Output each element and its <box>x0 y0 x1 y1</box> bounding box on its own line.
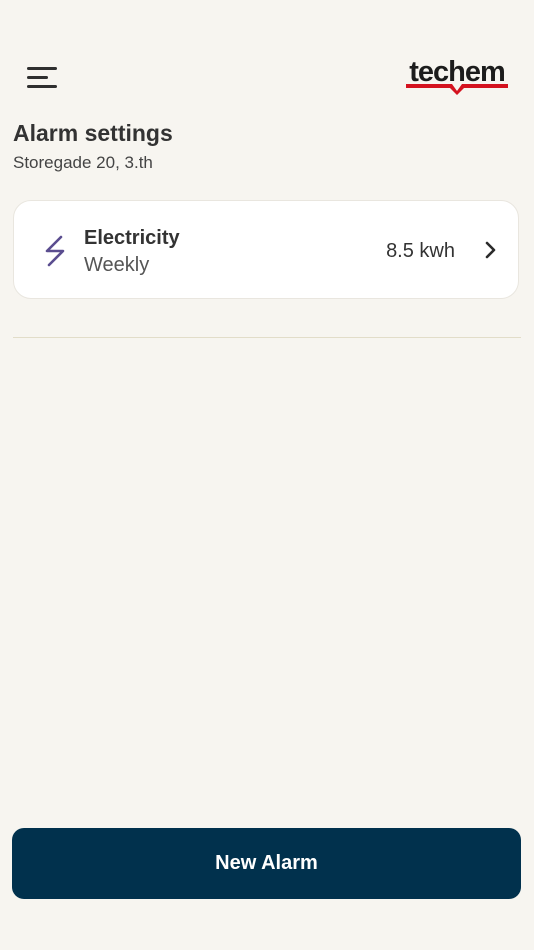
menu-button[interactable] <box>22 62 62 94</box>
techem-logo: techem <box>404 56 510 98</box>
divider <box>13 337 521 338</box>
alarm-frequency: Weekly <box>84 254 150 276</box>
logo-swoosh-icon <box>406 84 508 95</box>
menu-icon-line <box>27 67 57 70</box>
page-title: Alarm settings <box>13 120 173 146</box>
menu-icon-line <box>27 76 48 79</box>
menu-icon-line <box>27 85 57 88</box>
alarm-card-electricity[interactable]: Electricity Weekly 8.5 kwh <box>13 200 519 299</box>
alarm-threshold-value: 8.5 kwh <box>386 240 455 262</box>
lightning-bolt-icon <box>45 235 65 267</box>
page-subtitle-address: Storegade 20, 3.th <box>13 153 153 172</box>
chevron-right-icon <box>485 241 496 259</box>
alarm-name: Electricity <box>84 227 180 249</box>
new-alarm-button[interactable]: New Alarm <box>12 828 521 899</box>
